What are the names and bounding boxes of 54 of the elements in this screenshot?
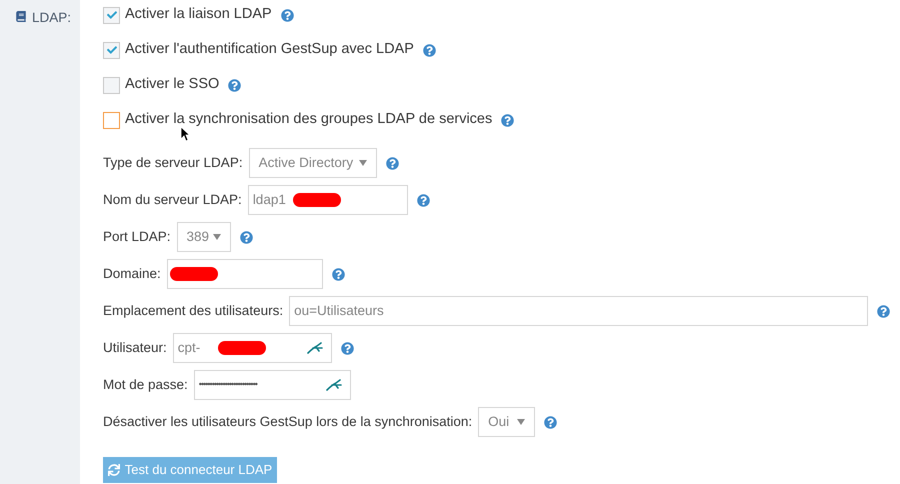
field-label: Emplacement des utilisateurs: bbox=[103, 302, 284, 320]
checkbox-label: Activer le SSO bbox=[125, 75, 220, 94]
book-icon bbox=[16, 11, 26, 22]
password-field[interactable]: ••••••••••••••••••••••••••• bbox=[194, 370, 351, 400]
select-field[interactable]: Oui bbox=[478, 407, 536, 437]
checkbox-label: Activer la synchronisation des groupes LDAP de services bbox=[125, 110, 492, 130]
field-value: ou=Utilisateurs bbox=[294, 302, 384, 320]
help-icon[interactable] bbox=[340, 342, 354, 354]
help-icon[interactable] bbox=[422, 44, 436, 56]
field-label: Désactiver les utilisateurs GestSup lors de la synchronisation: bbox=[103, 412, 472, 431]
input-field[interactable]: cpt- bbox=[172, 333, 332, 363]
field-label: Utilisateur: bbox=[103, 338, 167, 357]
caret-icon bbox=[358, 160, 367, 166]
caret-icon bbox=[517, 419, 526, 425]
select-field[interactable]: 389 bbox=[176, 222, 231, 252]
checkbox[interactable] bbox=[103, 42, 120, 58]
help-icon[interactable] bbox=[280, 8, 294, 22]
field-label: Type de serveur LDAP: bbox=[103, 154, 243, 172]
field-value: ldap1 bbox=[252, 190, 286, 209]
input-field[interactable]: ou=Utilisateurs bbox=[289, 296, 868, 326]
field-value: ••••••••••••••••••••••••••• bbox=[198, 378, 257, 392]
redaction-mark bbox=[170, 267, 218, 281]
help-icon[interactable] bbox=[240, 230, 253, 244]
field-label: Nom du serveur LDAP: bbox=[103, 190, 242, 209]
checkbox[interactable] bbox=[103, 76, 120, 94]
help-icon[interactable] bbox=[416, 194, 430, 206]
help-icon[interactable] bbox=[386, 156, 399, 170]
mouse-pointer-icon bbox=[180, 126, 190, 142]
select-field[interactable]: Active Directory bbox=[248, 148, 377, 178]
checkbox-label: Activer l'authentification GestSup avec LDAP bbox=[125, 40, 414, 60]
caret-icon bbox=[212, 234, 221, 240]
redaction-mark bbox=[292, 193, 341, 207]
test-connector-button[interactable]: Test du connecteur LDAP bbox=[103, 457, 277, 483]
autofill-icon[interactable] bbox=[306, 342, 323, 354]
checkbox-label: Activer la liaison LDAP bbox=[125, 5, 272, 24]
help-icon[interactable] bbox=[877, 304, 890, 318]
section-label: LDAP: bbox=[32, 9, 72, 27]
field-label: Port LDAP: bbox=[103, 228, 171, 246]
field-label: Mot de passe: bbox=[103, 376, 188, 394]
help-icon[interactable] bbox=[332, 268, 345, 280]
check-icon bbox=[106, 45, 116, 55]
help-icon[interactable] bbox=[228, 78, 242, 92]
field-value: cpt- bbox=[178, 338, 200, 357]
help-icon[interactable] bbox=[501, 114, 514, 126]
input-field[interactable] bbox=[166, 259, 323, 289]
check-icon bbox=[106, 10, 116, 20]
help-icon[interactable] bbox=[544, 416, 558, 428]
input-field[interactable]: ldap1 bbox=[248, 185, 408, 215]
field-label: Domaine: bbox=[103, 264, 161, 283]
autofill-icon[interactable] bbox=[326, 379, 342, 391]
refresh-icon bbox=[108, 464, 120, 476]
checkbox[interactable] bbox=[103, 6, 120, 24]
checkbox[interactable] bbox=[103, 112, 120, 128]
redaction-mark bbox=[218, 341, 266, 355]
